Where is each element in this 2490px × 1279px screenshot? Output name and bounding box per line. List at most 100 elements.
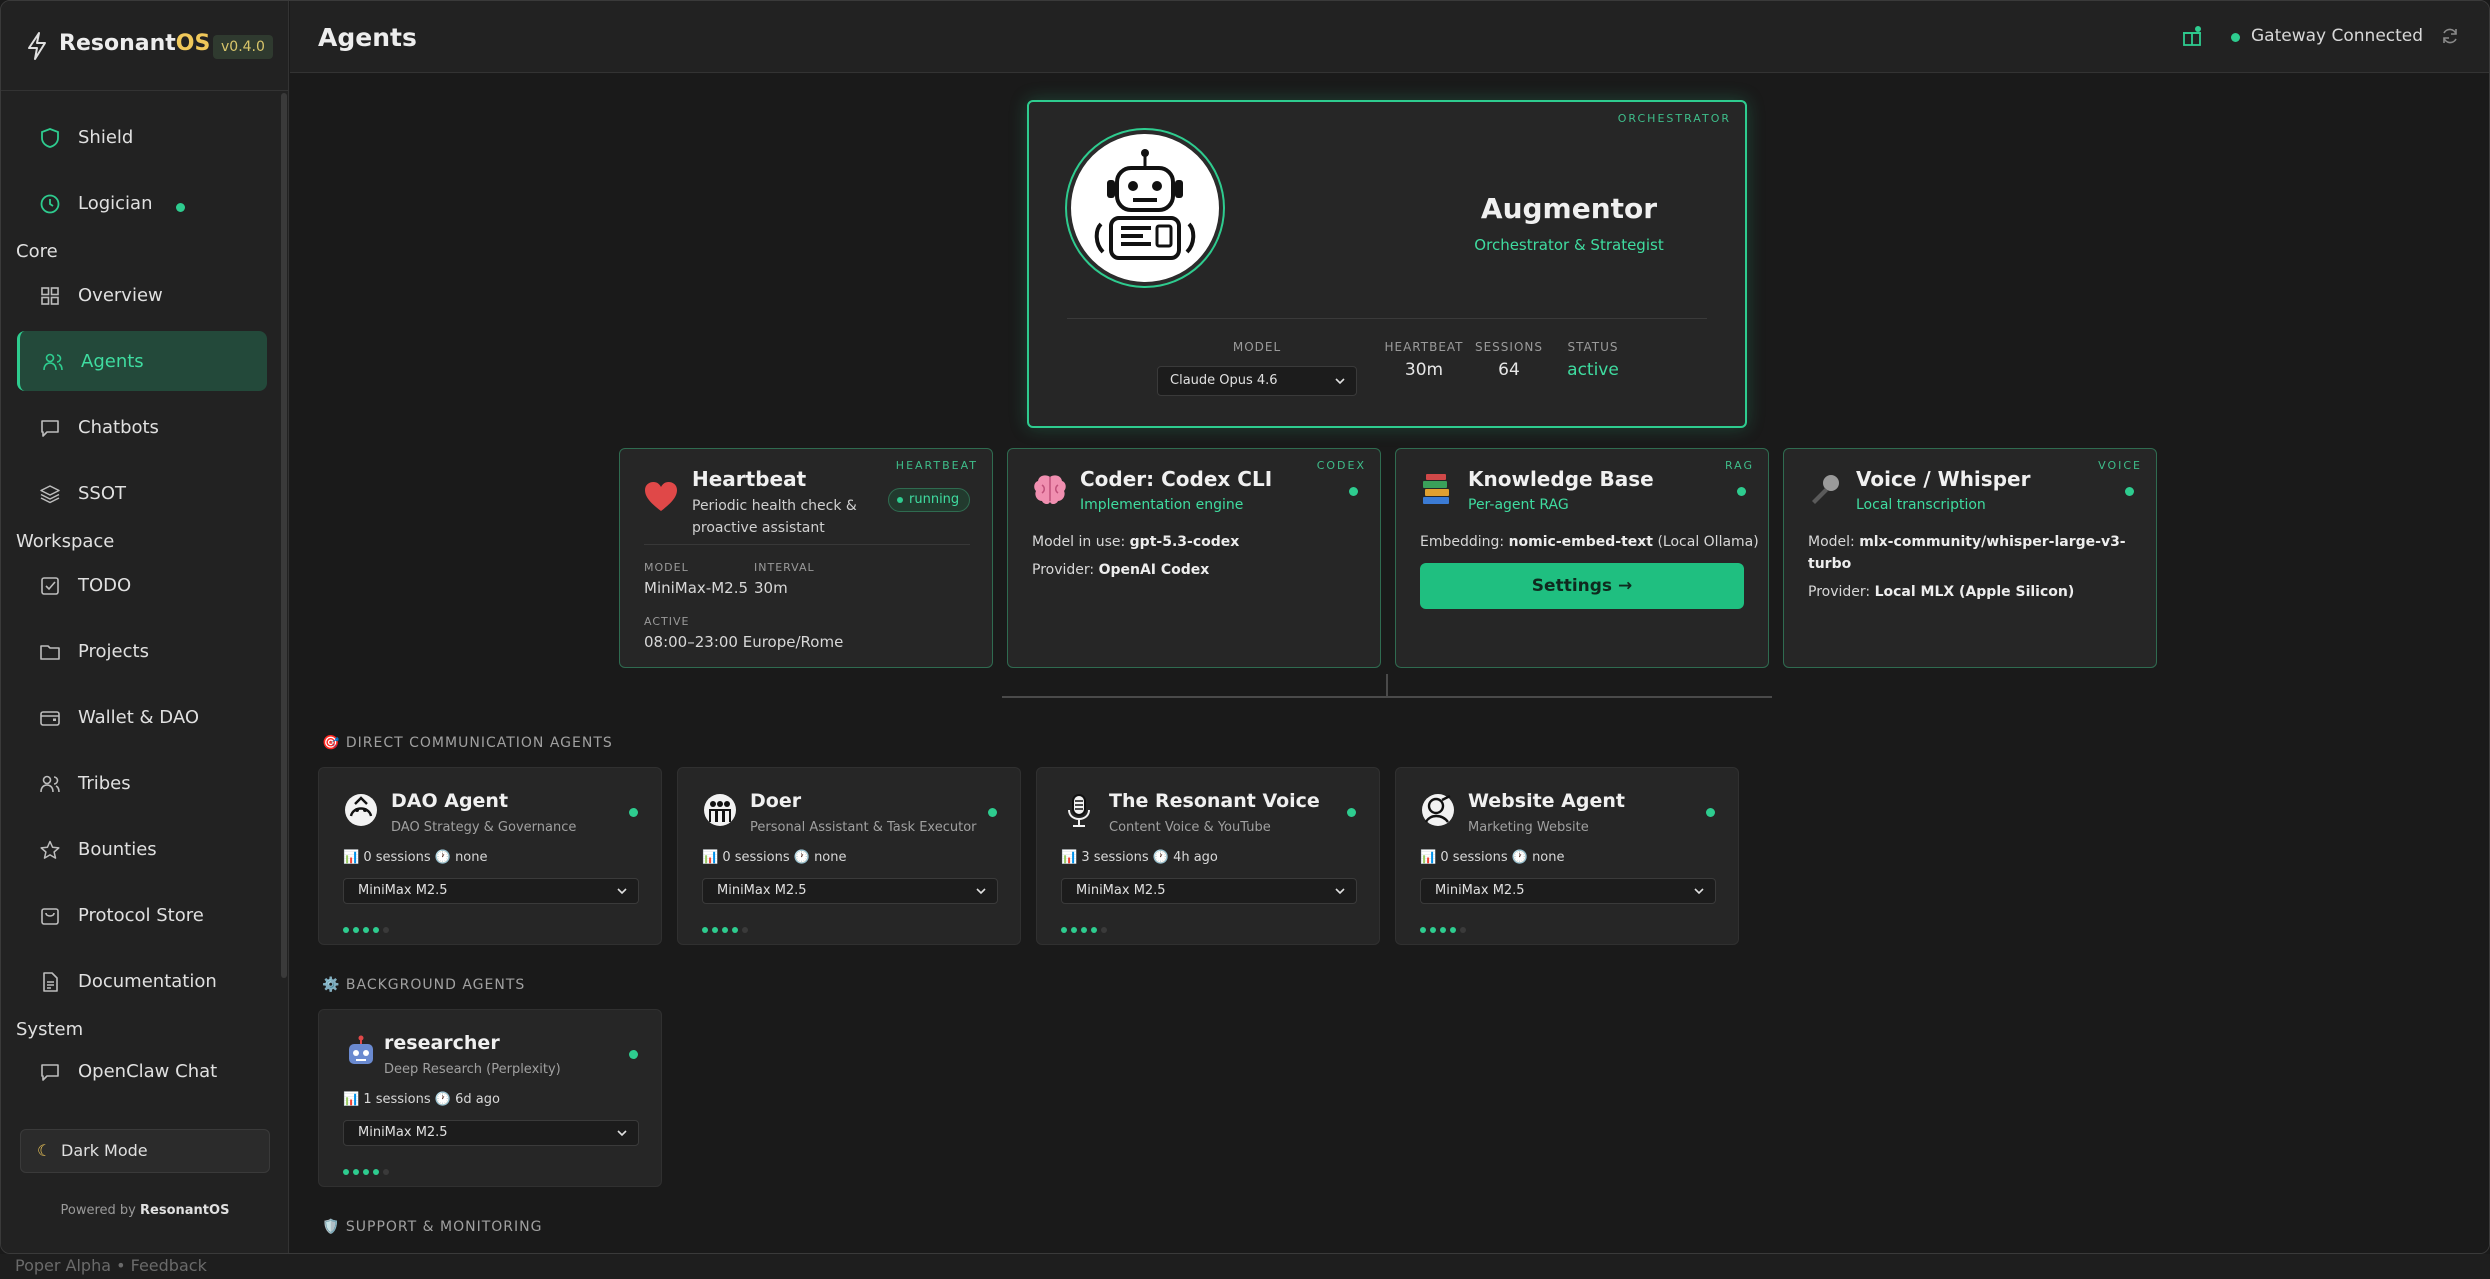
sidebar-item-projects[interactable]: Projects — [17, 621, 267, 681]
brain-icon — [1034, 475, 1066, 504]
users-icon — [40, 775, 60, 793]
heartbeat-card[interactable]: HEARTBEAT Heartbeat Periodic health chec… — [619, 448, 993, 668]
divider — [1067, 318, 1707, 319]
status-dot — [1349, 487, 1358, 496]
agent-card-website[interactable]: Website Agent Marketing Website 📊 0 sess… — [1395, 767, 1739, 945]
agent-meta: 📊 0 sessions 🕐 none — [1420, 850, 1565, 865]
codex-subtitle: Implementation engine — [1080, 497, 1244, 513]
heartbeat-desc-1: Periodic health check & — [692, 498, 857, 514]
heartbeat-label: HEARTBEAT — [1384, 340, 1464, 354]
sidebar-item-label: Documentation — [78, 971, 217, 992]
voice-subtitle: Local transcription — [1856, 497, 1986, 513]
voice-model-line: Model: mlx-community/whisper-large-v3- — [1808, 534, 2126, 550]
settings-button[interactable]: Settings → — [1420, 563, 1744, 609]
status-dot — [2125, 487, 2134, 496]
store-icon — [41, 908, 59, 925]
sidebar-item-logician[interactable]: Logician — [17, 173, 267, 233]
bolt-icon — [28, 32, 46, 60]
status-dot — [1737, 487, 1746, 496]
codex-title: Coder: Codex CLI — [1080, 467, 1273, 491]
agent-desc: Deep Research (Perplexity) — [384, 1062, 561, 1077]
sidebar: ResonantOS v0.4.0 Shield Logician Core O… — [1, 1, 289, 1253]
main-content: ORCHESTRATOR Augmentor Orchestrator & St… — [290, 74, 2489, 1253]
chevron-down-icon — [617, 1130, 627, 1137]
sidebar-item-protocol-store[interactable]: Protocol Store — [17, 885, 267, 945]
top-bar: Agents Gateway Connected — [290, 1, 2489, 73]
agent-desc: Content Voice & YouTube — [1109, 820, 1271, 835]
orchestrator-model-select[interactable]: Claude Opus 4.6 — [1157, 366, 1357, 396]
website-agent-avatar-icon — [1422, 794, 1454, 826]
brand-name: ResonantOS — [59, 31, 211, 56]
rag-subtitle: Per-agent RAG — [1468, 497, 1569, 513]
grid-icon — [41, 287, 59, 305]
sidebar-item-shield[interactable]: Shield — [17, 107, 267, 167]
powered-by: Powered by ResonantOS — [60, 1203, 230, 1218]
sidebar-item-label: Shield — [78, 127, 134, 148]
status-dot — [629, 808, 638, 817]
chevron-down-icon — [976, 888, 986, 895]
gift-icon[interactable] — [2181, 25, 2203, 47]
sidebar-item-label: Overview — [78, 285, 163, 306]
wallet-icon — [40, 711, 60, 726]
books-icon — [1423, 474, 1449, 504]
agent-model-select[interactable]: MiniMax M2.5 — [1420, 878, 1716, 904]
agent-card-researcher[interactable]: researcher Deep Research (Perplexity) 📊 … — [318, 1009, 662, 1187]
agent-card-dao[interactable]: DAO Agent DAO Strategy & Governance 📊 0 … — [318, 767, 662, 945]
layers-icon — [40, 485, 60, 504]
agent-name: DAO Agent — [391, 790, 509, 812]
agent-model-select[interactable]: MiniMax M2.5 — [343, 878, 639, 904]
footer-text[interactable]: Poper Alpha • Feedback — [15, 1256, 207, 1275]
sidebar-item-documentation[interactable]: Documentation — [17, 951, 267, 1011]
status-value: active — [1567, 360, 1619, 380]
sidebar-item-bounties[interactable]: Bounties — [17, 819, 267, 879]
agent-card-resonant-voice[interactable]: The Resonant Voice Content Voice & YouTu… — [1036, 767, 1380, 945]
refresh-icon[interactable] — [2440, 26, 2460, 46]
gateway-status-dot — [2231, 33, 2240, 42]
orchestrator-name: Augmentor — [1480, 192, 1658, 225]
agent-meta: 📊 1 sessions 🕐 6d ago — [343, 1092, 500, 1107]
dao-agent-avatar-icon — [345, 794, 377, 826]
agent-name: The Resonant Voice — [1109, 790, 1320, 812]
sidebar-item-label: OpenClaw Chat — [78, 1061, 218, 1082]
orchestrator-card[interactable]: ORCHESTRATOR Augmentor Orchestrator & St… — [1027, 100, 1747, 428]
sidebar-item-openclaw-chat[interactable]: OpenClaw Chat — [17, 1041, 267, 1101]
activity-dots — [702, 918, 752, 933]
sidebar-item-wallet[interactable]: Wallet & DAO — [17, 687, 267, 747]
hb-model-value: MiniMax-M2.5 — [644, 579, 749, 597]
sidebar-item-label: Protocol Store — [78, 905, 204, 926]
shield-icon — [41, 128, 59, 148]
sidebar-item-chatbots[interactable]: Chatbots — [17, 397, 267, 457]
sidebar-item-tribes[interactable]: Tribes — [17, 753, 267, 813]
chevron-down-icon — [1694, 888, 1704, 895]
chevron-down-icon — [1335, 888, 1345, 895]
sidebar-scrollbar[interactable] — [281, 93, 287, 978]
sidebar-item-todo[interactable]: TODO — [17, 555, 267, 615]
agent-name: Doer — [750, 790, 802, 812]
voice-whisper-card[interactable]: VOICE Voice / Whisper Local transcriptio… — [1783, 448, 2157, 668]
robot-icon — [1094, 149, 1196, 260]
agent-model-select[interactable]: MiniMax M2.5 — [702, 878, 998, 904]
sidebar-item-label: TODO — [78, 575, 132, 596]
chat-icon — [41, 1064, 59, 1081]
hb-active-value: 08:00–23:00 Europe/Rome — [644, 633, 844, 651]
model-label: MODEL — [1232, 340, 1282, 354]
knowledge-base-card[interactable]: RAG Knowledge Base Per-agent RAG Embeddi… — [1395, 448, 1769, 668]
document-icon — [43, 972, 58, 992]
agent-card-doer[interactable]: Doer Personal Assistant & Task Executor … — [677, 767, 1021, 945]
status-dot — [629, 1050, 638, 1059]
section-direct-agents: 🎯 DIRECT COMMUNICATION AGENTS — [322, 735, 613, 751]
rag-tag: RAG — [1724, 459, 1754, 472]
activity-dots — [343, 1160, 393, 1175]
sidebar-item-agents[interactable]: Agents — [17, 331, 267, 391]
voice-title: Voice / Whisper — [1856, 467, 2031, 491]
codex-provider-line: Provider: OpenAI Codex — [1032, 562, 1210, 578]
sidebar-item-overview[interactable]: Overview — [17, 265, 267, 325]
sidebar-item-label: Projects — [78, 641, 149, 662]
sidebar-item-ssot[interactable]: SSOT — [17, 463, 267, 523]
star-icon — [40, 840, 60, 859]
page-title: Agents — [318, 23, 417, 52]
agent-model-select[interactable]: MiniMax M2.5 — [343, 1120, 639, 1146]
codex-card[interactable]: CODEX Coder: Codex CLI Implementation en… — [1007, 448, 1381, 668]
dark-mode-toggle[interactable]: ☾ Dark Mode — [20, 1129, 270, 1173]
agent-model-select[interactable]: MiniMax M2.5 — [1061, 878, 1357, 904]
